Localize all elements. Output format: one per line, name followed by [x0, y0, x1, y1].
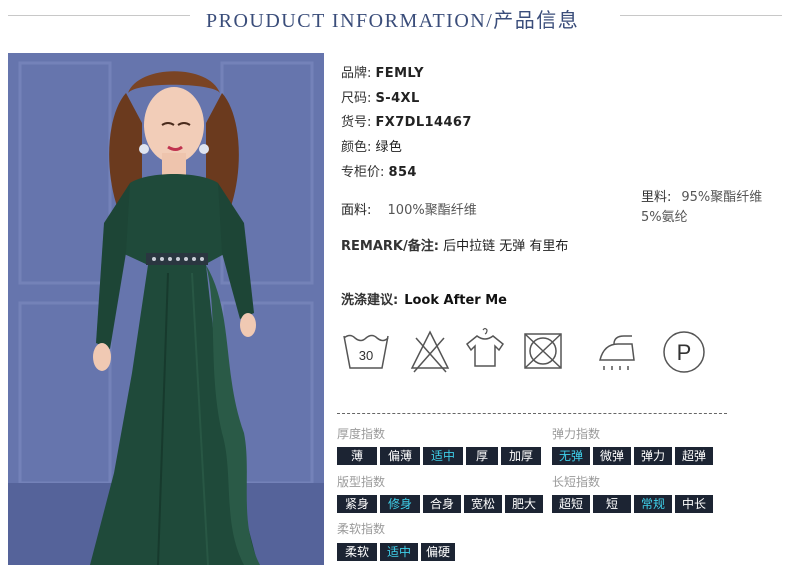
hang-dry-icon [463, 326, 507, 378]
size-row: 尺码: S-4XL [341, 87, 420, 106]
softness-label: 柔软指数 [337, 522, 386, 536]
remark-row: REMARK/备注: 后中拉链 无弹 有里布 [341, 235, 568, 254]
elasticity-options: 无弹 微弹 弹力 超弹 [552, 447, 713, 465]
wash-value: Look After Me [404, 293, 507, 308]
lining-value-2: 5%氨纶 [641, 210, 688, 225]
remark-key: REMARK/备注: [341, 239, 439, 254]
header-rule-right [620, 15, 782, 16]
sku-key: 货号: [341, 115, 372, 130]
product-photo [8, 53, 324, 565]
thickness-option[interactable]: 薄 [337, 447, 377, 465]
size-value: S-4XL [375, 91, 420, 106]
elasticity-option-selected[interactable]: 无弹 [552, 447, 590, 465]
length-options: 超短 短 常规 中长 [552, 495, 713, 513]
fit-option[interactable]: 肥大 [505, 495, 543, 513]
section-divider [337, 413, 727, 414]
wash-30-icon: 30 [340, 326, 392, 378]
thickness-option[interactable]: 加厚 [501, 447, 541, 465]
no-tumble-dry-icon [521, 326, 565, 378]
length-label: 长短指数 [552, 475, 601, 489]
wash-row: 洗涤建议: Look After Me [341, 289, 507, 308]
thickness-options: 薄 偏薄 适中 厚 加厚 [337, 447, 541, 465]
color-key: 颜色: [341, 140, 372, 155]
fit-option-selected[interactable]: 修身 [380, 495, 420, 513]
price-row: 专柜价: 854 [341, 161, 417, 180]
remark-value: 后中拉链 无弹 有里布 [443, 239, 569, 254]
wash-key: 洗涤建议: [341, 293, 399, 308]
lining-key: 里料: [641, 190, 672, 205]
header-rule-left [8, 15, 190, 16]
length-option[interactable]: 短 [593, 495, 631, 513]
thickness-option[interactable]: 偏薄 [380, 447, 420, 465]
model-illustration [8, 53, 324, 565]
fit-label: 版型指数 [337, 475, 386, 489]
fabric-row: 面料: 100%聚酯纤维 [341, 199, 477, 218]
size-key: 尺码: [341, 91, 372, 106]
thickness-option-selected[interactable]: 适中 [423, 447, 463, 465]
lining-block: 里料: 95%聚酯纤维 5%氨纶 [641, 188, 762, 228]
softness-option[interactable]: 柔软 [337, 543, 377, 561]
color-row: 颜色: 绿色 [341, 136, 402, 155]
fabric-value: 100%聚酯纤维 [387, 203, 477, 218]
elasticity-option[interactable]: 微弹 [593, 447, 631, 465]
length-option[interactable]: 中长 [675, 495, 713, 513]
elasticity-option[interactable]: 弹力 [634, 447, 672, 465]
iron-icon [594, 326, 638, 378]
length-option-selected[interactable]: 常规 [634, 495, 672, 513]
elasticity-label: 弹力指数 [552, 427, 601, 441]
thickness-label: 厚度指数 [337, 427, 386, 441]
softness-option[interactable]: 偏硬 [421, 543, 455, 561]
softness-option-selected[interactable]: 适中 [380, 543, 418, 561]
elasticity-option[interactable]: 超弹 [675, 447, 713, 465]
color-value: 绿色 [375, 140, 403, 155]
brand-key: 品牌: [341, 66, 372, 81]
lining-value-1: 95%聚酯纤维 [681, 190, 763, 205]
no-bleach-icon [408, 326, 452, 378]
sku-value: FX7DL14467 [375, 115, 472, 130]
sku-row: 货号: FX7DL14467 [341, 111, 472, 130]
fit-option[interactable]: 合身 [423, 495, 461, 513]
length-option[interactable]: 超短 [552, 495, 590, 513]
thickness-option[interactable]: 厚 [466, 447, 498, 465]
price-value: 854 [388, 165, 417, 180]
softness-options: 柔软 适中 偏硬 [337, 543, 455, 561]
page-title: PROUDUCT INFORMATION/产品信息 [206, 10, 580, 32]
price-key: 专柜价: [341, 165, 385, 180]
fit-options: 紧身 修身 合身 宽松 肥大 [337, 495, 543, 513]
brand-row: 品牌: FEMLY [341, 62, 424, 81]
fit-option[interactable]: 紧身 [337, 495, 377, 513]
dry-clean-label: P [677, 340, 692, 365]
brand-value: FEMLY [375, 66, 424, 81]
fit-option[interactable]: 宽松 [464, 495, 502, 513]
dry-clean-p-icon: P [660, 326, 708, 378]
wash-temp-label: 30 [359, 348, 373, 363]
fabric-key: 面料: [341, 203, 372, 218]
